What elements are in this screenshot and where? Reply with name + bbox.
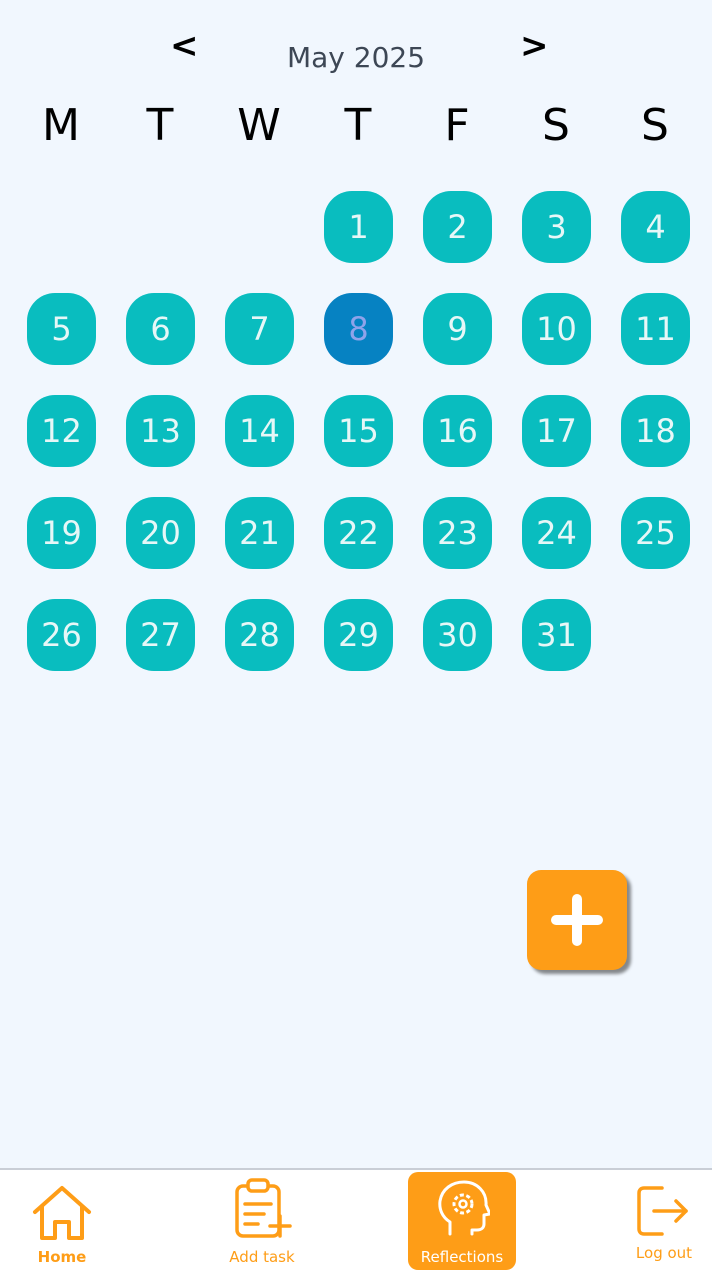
- day-cell[interactable]: 9: [423, 293, 492, 365]
- day-cell-selected[interactable]: 8: [324, 293, 393, 365]
- day-cell[interactable]: 30: [423, 599, 492, 671]
- day-cell[interactable]: 29: [324, 599, 393, 671]
- day-cell[interactable]: 6: [126, 293, 195, 365]
- day-cell[interactable]: 19: [27, 497, 96, 569]
- day-cell[interactable]: 16: [423, 395, 492, 467]
- day-cell[interactable]: 14: [225, 395, 294, 467]
- day-cell[interactable]: 31: [522, 599, 591, 671]
- nav-add-task-label: Add task: [229, 1248, 295, 1266]
- day-cell[interactable]: 24: [522, 497, 591, 569]
- day-cell[interactable]: 11: [621, 293, 690, 365]
- head-gear-icon: [438, 1180, 490, 1236]
- day-cell[interactable]: 27: [126, 599, 195, 671]
- logout-icon: [637, 1186, 688, 1236]
- day-cell[interactable]: 18: [621, 395, 690, 467]
- day-cell[interactable]: 28: [225, 599, 294, 671]
- day-cell[interactable]: 23: [423, 497, 492, 569]
- day-cell[interactable]: 4: [621, 191, 690, 263]
- add-task-fab-button[interactable]: [527, 870, 627, 970]
- day-cell[interactable]: 5: [27, 293, 96, 365]
- day-cell[interactable]: 3: [522, 191, 591, 263]
- nav-reflections-button[interactable]: Reflections: [408, 1172, 516, 1270]
- clipboard-add-icon: [235, 1178, 292, 1238]
- day-cell[interactable]: 12: [27, 395, 96, 467]
- nav-home-button[interactable]: Home: [18, 1172, 106, 1270]
- nav-home-label: Home: [37, 1248, 87, 1266]
- day-cell[interactable]: 17: [522, 395, 591, 467]
- nav-reflections-label: Reflections: [420, 1248, 504, 1266]
- day-cell[interactable]: 25: [621, 497, 690, 569]
- nav-add-task-button[interactable]: Add task: [218, 1172, 306, 1270]
- day-cell[interactable]: 15: [324, 395, 393, 467]
- day-cell[interactable]: 13: [126, 395, 195, 467]
- day-cell[interactable]: 22: [324, 497, 393, 569]
- day-cell[interactable]: 26: [27, 599, 96, 671]
- day-cell[interactable]: 20: [126, 497, 195, 569]
- nav-logout-button[interactable]: Log out: [620, 1172, 708, 1270]
- day-cell[interactable]: 21: [225, 497, 294, 569]
- nav-logout-label: Log out: [635, 1244, 693, 1262]
- calendar-grid: 1 2 3 4 5 6 7 8 9 10 11 12 13 14 15 16 1…: [0, 0, 712, 700]
- day-cell[interactable]: 7: [225, 293, 294, 365]
- day-cell[interactable]: 2: [423, 191, 492, 263]
- bottom-navigation-bar: Home Add task Reflections Log out: [0, 1168, 712, 1275]
- plus-icon: [551, 894, 603, 946]
- home-icon: [33, 1186, 91, 1240]
- day-cell[interactable]: 10: [522, 293, 591, 365]
- day-cell[interactable]: 1: [324, 191, 393, 263]
